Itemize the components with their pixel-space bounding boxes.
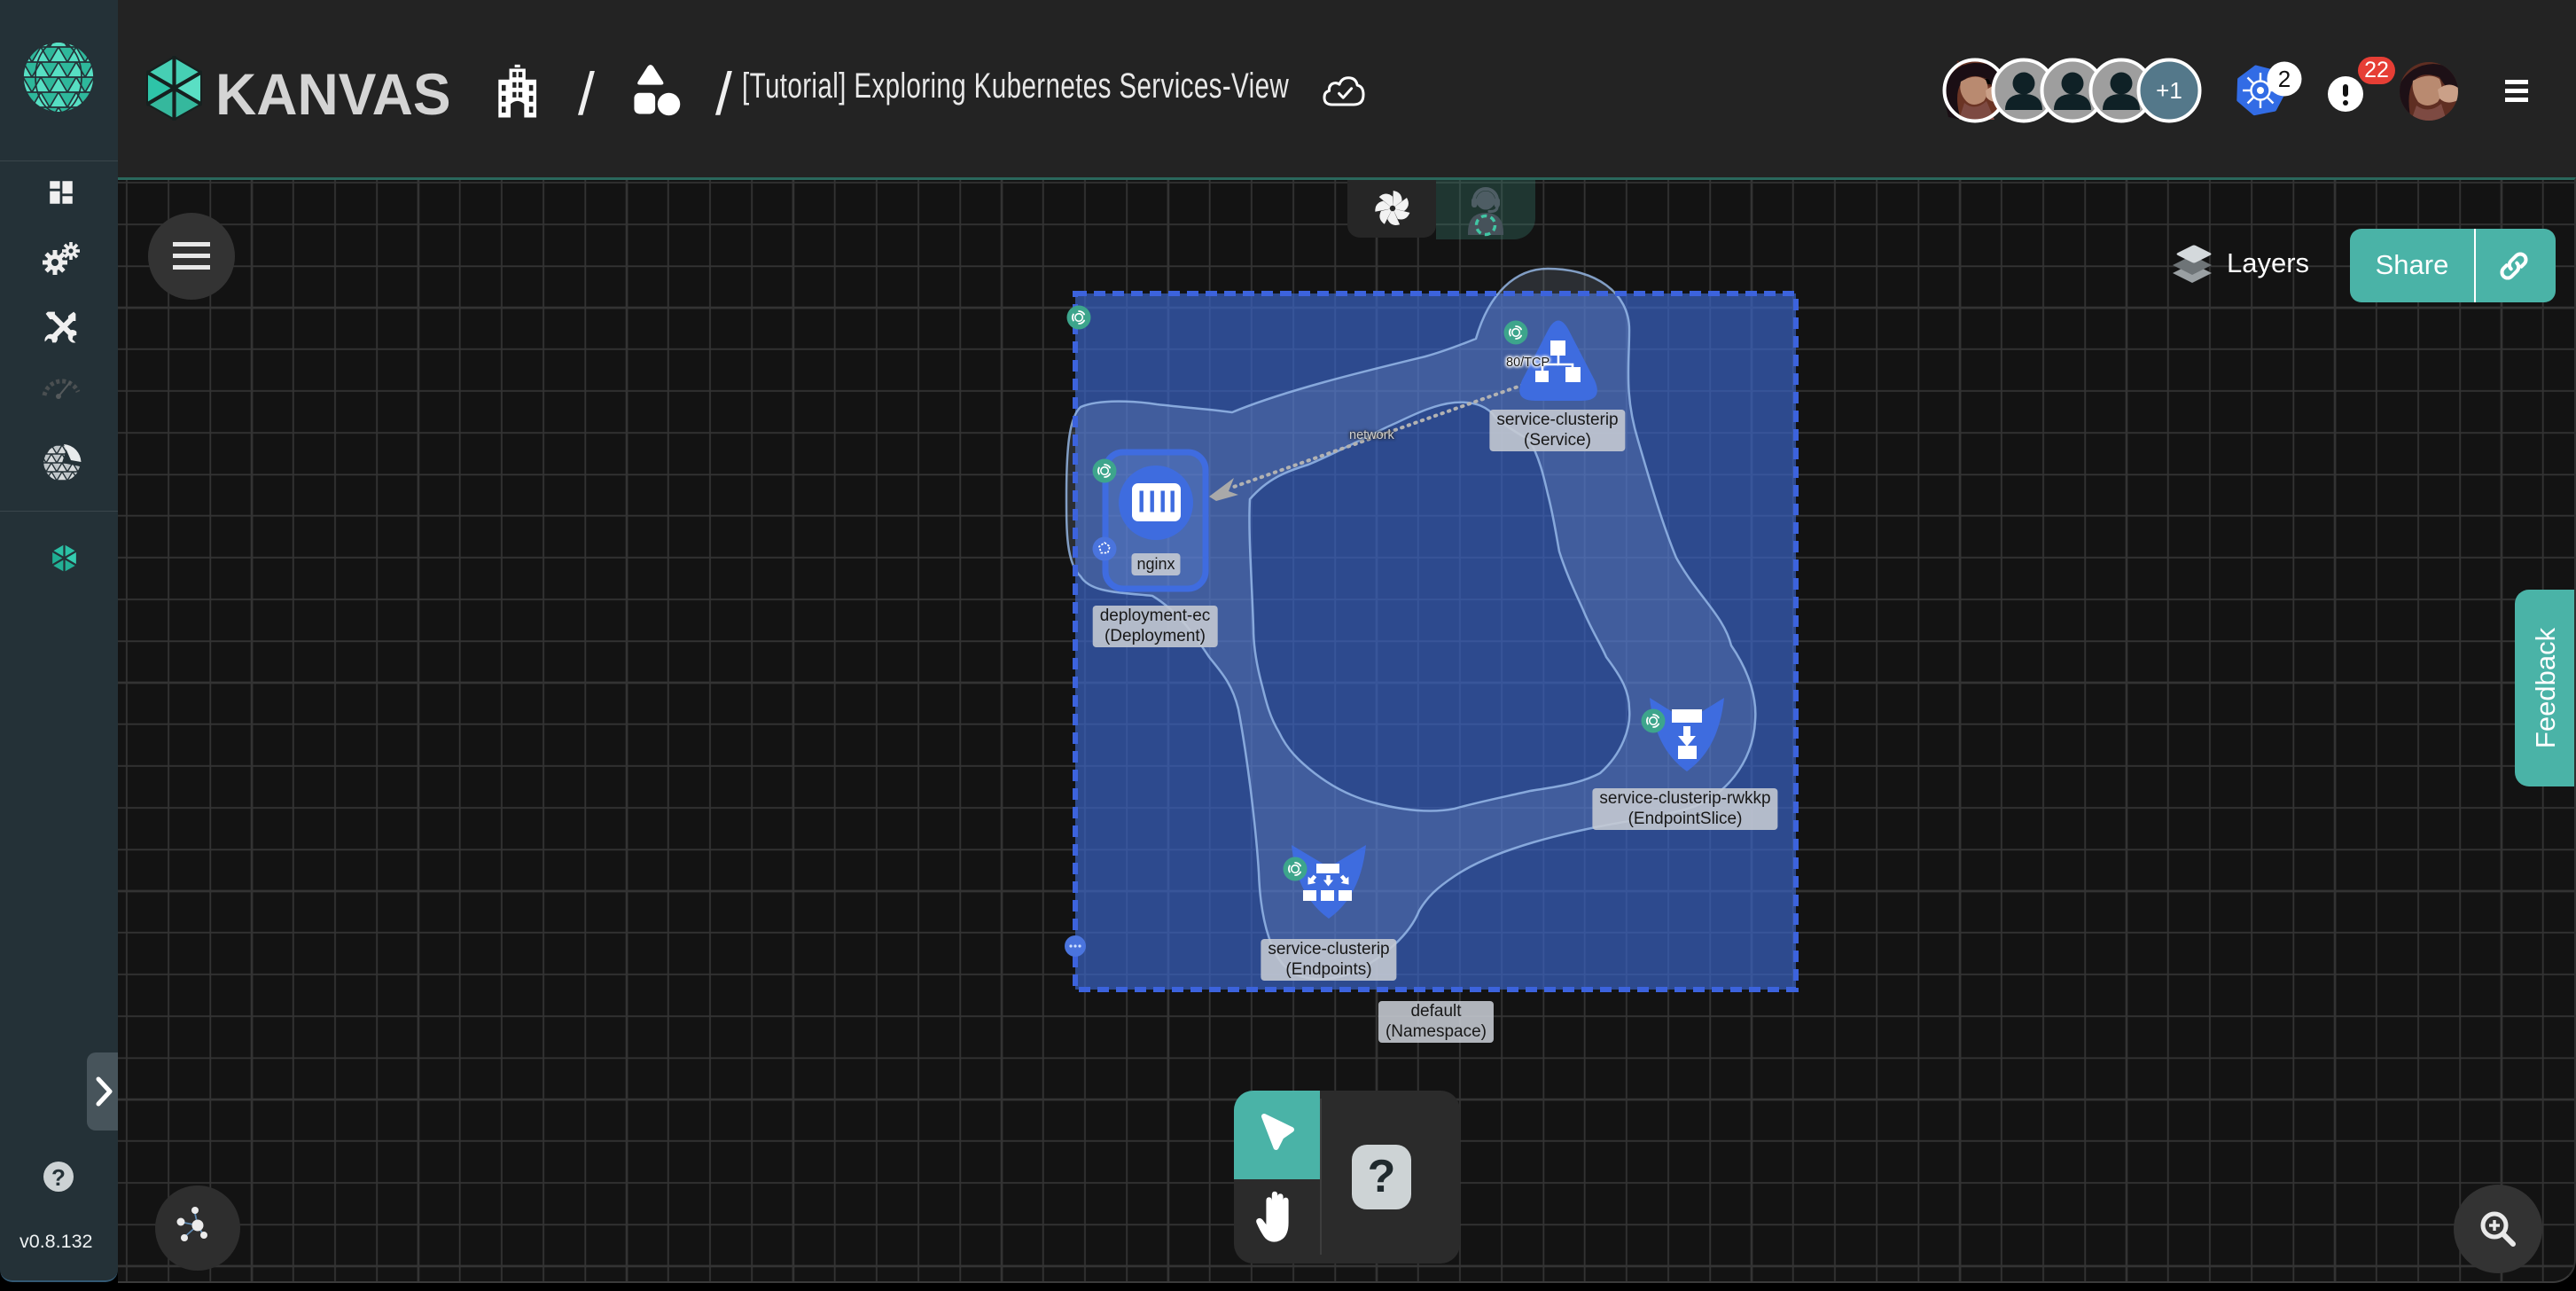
svg-text:+1: +1 — [2156, 77, 2182, 104]
svg-text:22: 22 — [2364, 58, 2389, 82]
svg-text:2: 2 — [2278, 66, 2291, 92]
